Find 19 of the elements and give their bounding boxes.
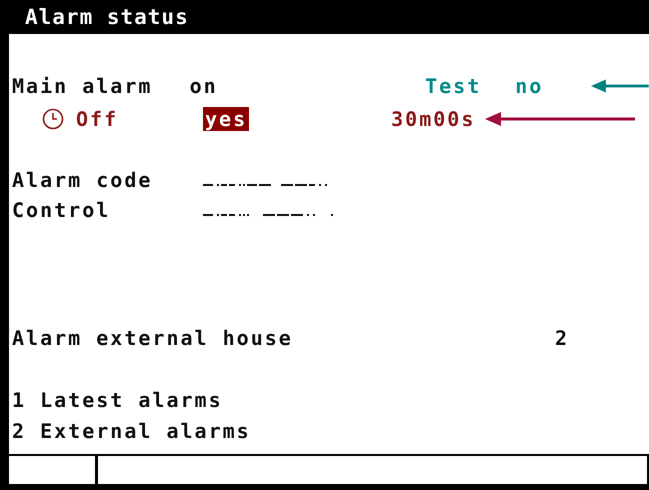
window-title: Alarm status — [25, 5, 189, 29]
external-alarm-label: Alarm external house — [12, 326, 294, 350]
selected-option[interactable]: yes — [203, 107, 250, 131]
arrow-icon — [485, 112, 636, 126]
external-alarm-count: 2 — [555, 326, 570, 350]
main-alarm-label: Main alarm — [12, 74, 154, 98]
clock-icon — [42, 108, 64, 130]
test-label: Test — [425, 74, 482, 98]
menu-item[interactable]: 1 Latest alarms — [12, 385, 649, 416]
main-alarm-value: on — [190, 74, 218, 98]
softkey[interactable] — [95, 454, 649, 486]
timer-state: Off — [76, 107, 120, 131]
menu-item[interactable]: 2 External alarms — [12, 416, 649, 447]
field-label: Control — [12, 198, 112, 222]
softkey[interactable] — [9, 454, 97, 486]
test-value: no — [515, 74, 544, 98]
arrow-icon — [591, 79, 649, 93]
field-label: Alarm code — [12, 168, 154, 192]
timer-duration: 30m00s — [391, 107, 476, 131]
